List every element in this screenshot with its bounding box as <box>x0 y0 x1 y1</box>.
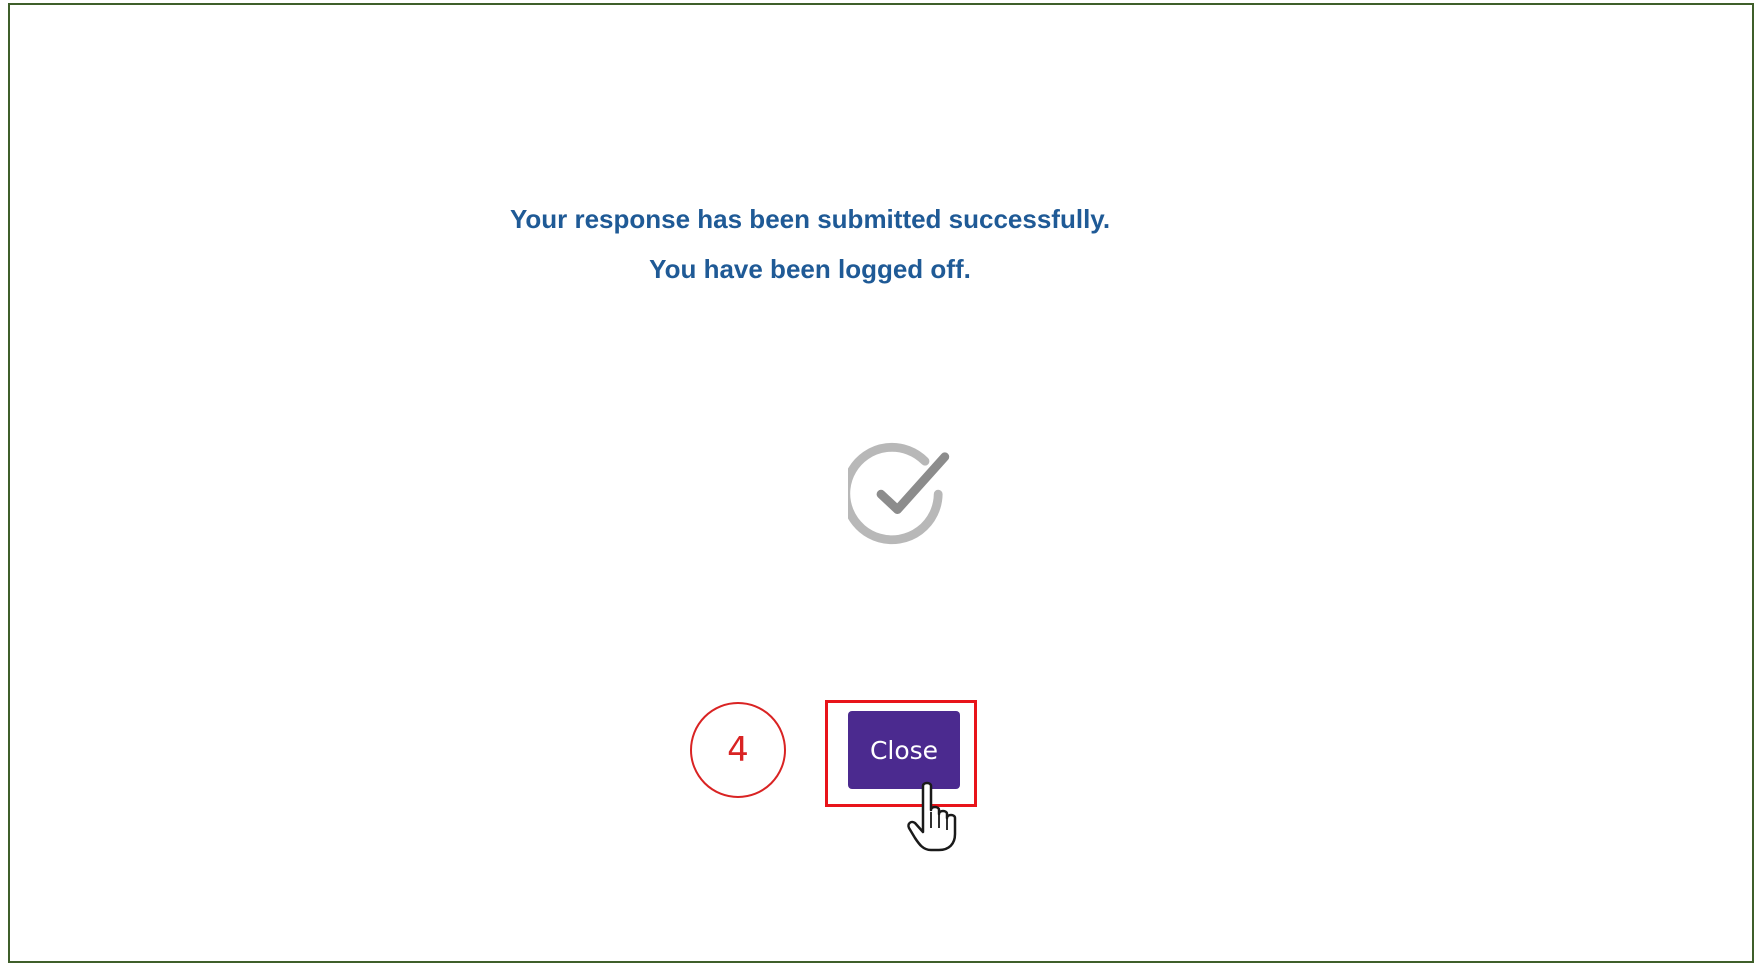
step-number: 4 <box>727 730 749 770</box>
page-frame: Your response has been submitted success… <box>8 3 1754 963</box>
close-button[interactable]: Close <box>848 711 960 789</box>
logged-off-message: You have been logged off. <box>649 254 971 284</box>
step-number-marker: 4 <box>690 702 786 798</box>
check-circle-icon <box>848 443 950 545</box>
success-message: Your response has been submitted success… <box>509 204 1111 234</box>
